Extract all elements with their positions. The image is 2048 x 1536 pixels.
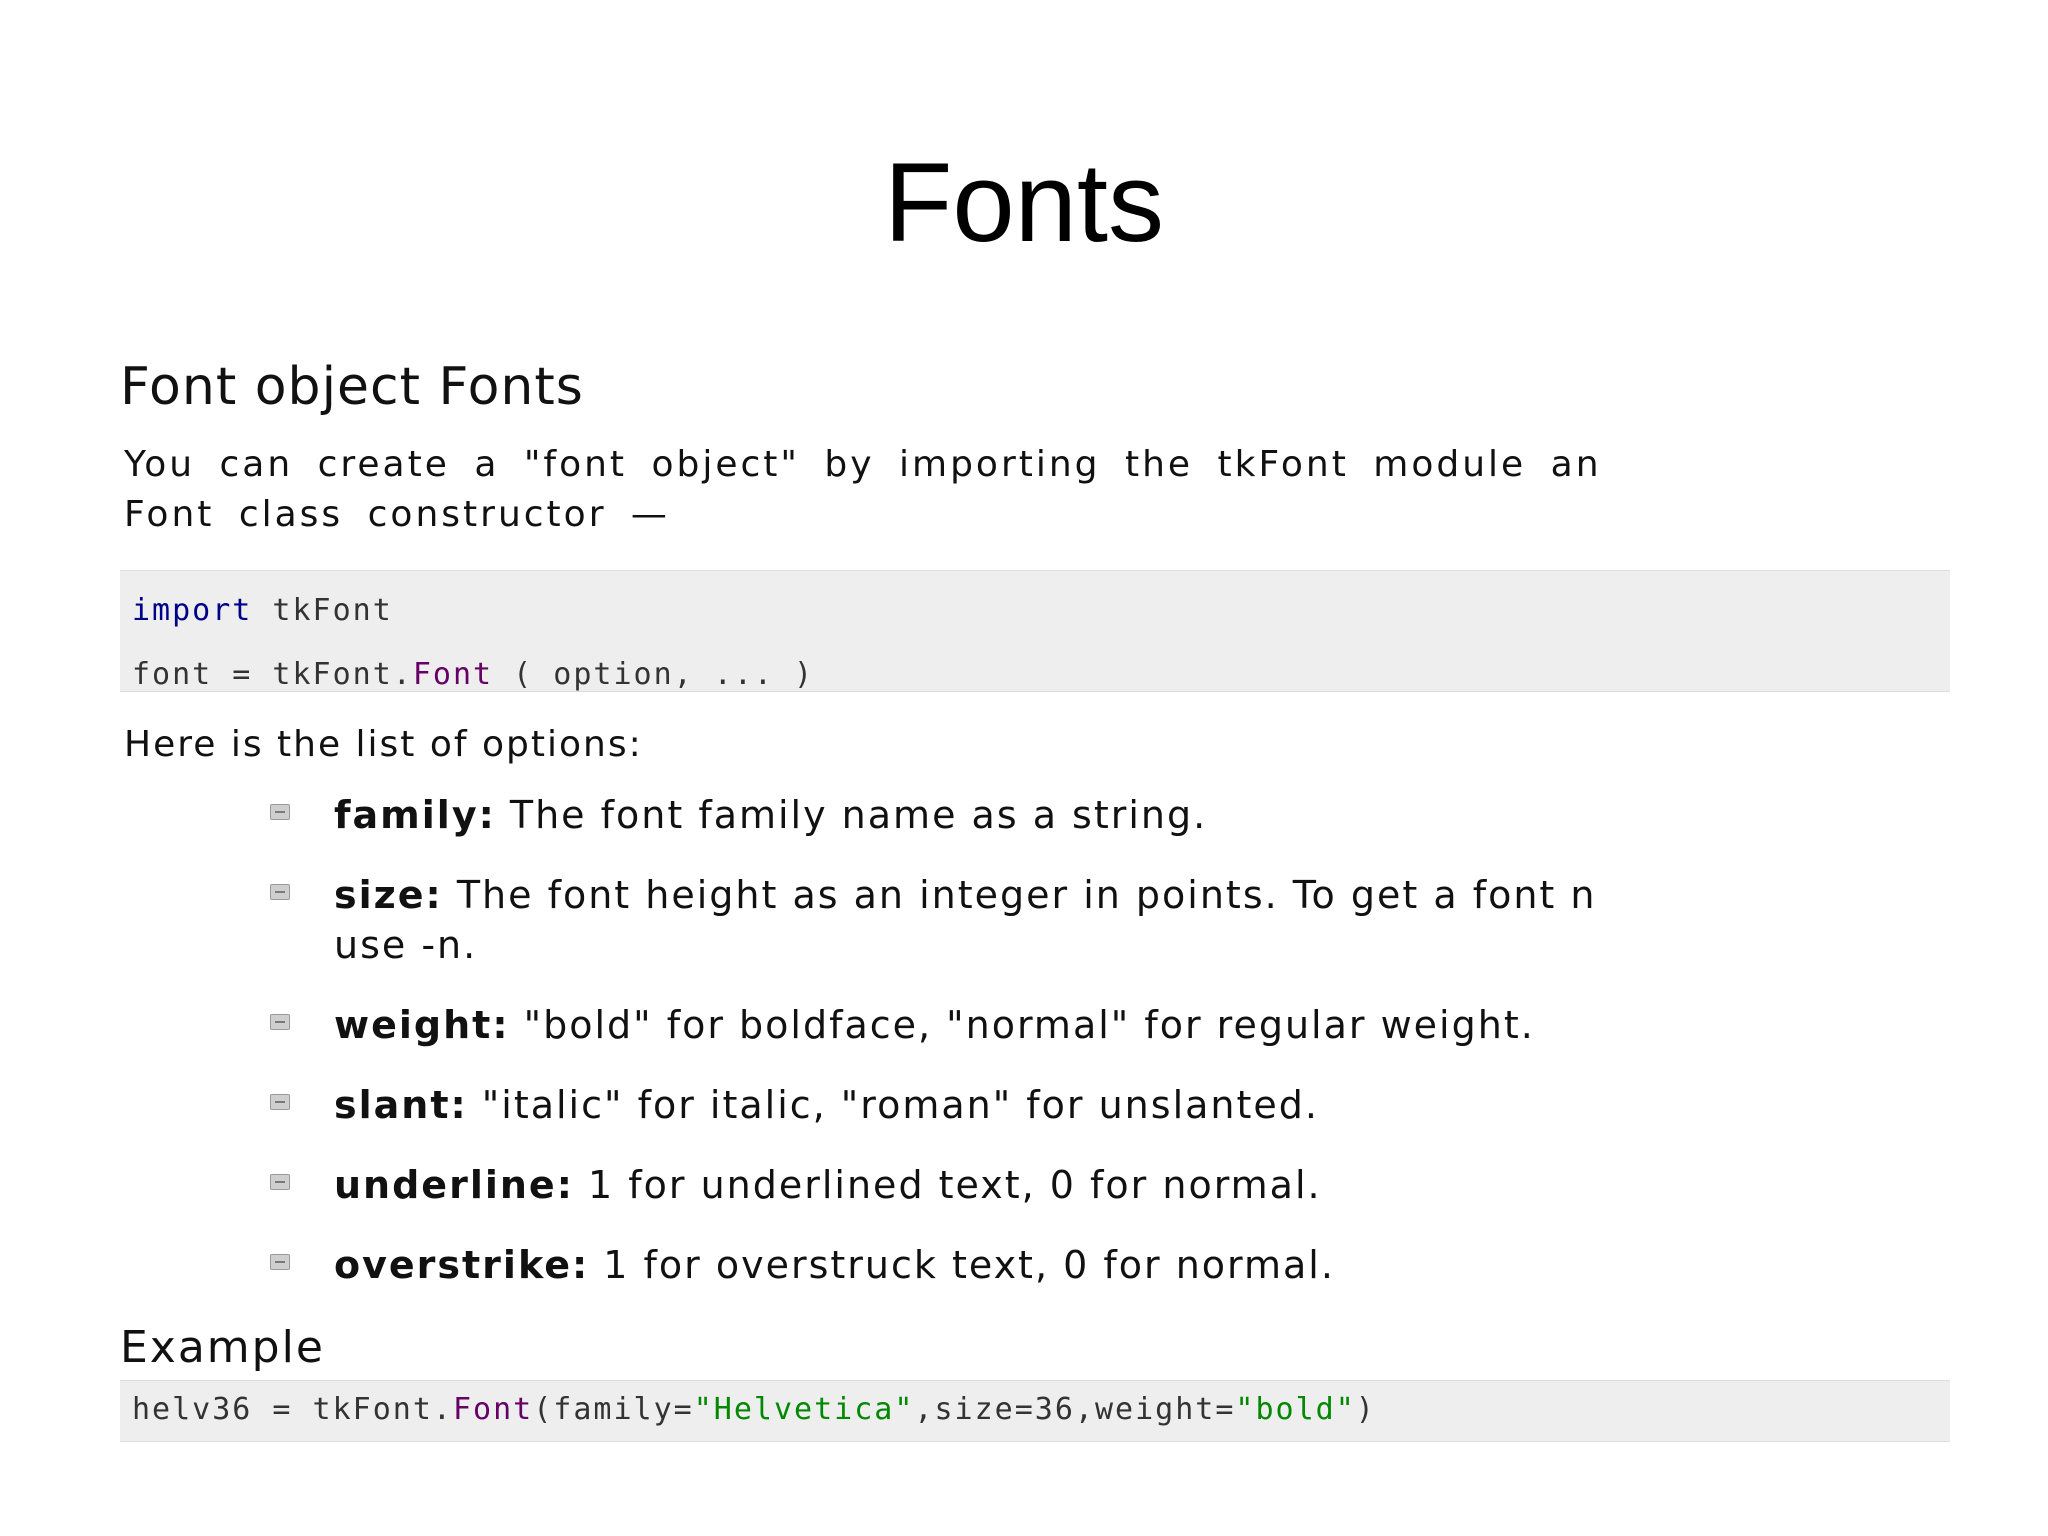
code-class-name: Font: [452, 1392, 534, 1427]
option-name: slant:: [334, 1083, 468, 1127]
intro-line-2: Font class constructor —: [124, 494, 670, 535]
list-item: size: The font height as an integer in p…: [120, 870, 1950, 970]
option-desc-continued: use -n.: [334, 923, 478, 967]
bullet-icon: [270, 1254, 290, 1270]
code-string: "Helvetica": [693, 1392, 915, 1427]
option-name: weight:: [334, 1003, 510, 1047]
options-list: family: The font family name as a string…: [120, 790, 1950, 1290]
option-desc: The font family name as a string.: [495, 793, 1208, 837]
code-text: helv36 = tkFont.: [132, 1392, 453, 1427]
option-name: overstrike:: [334, 1243, 590, 1287]
list-item: slant: "italic" for italic, "roman" for …: [120, 1080, 1950, 1130]
option-desc: 1 for underlined text, 0 for normal.: [573, 1163, 1322, 1207]
code-text: ): [1355, 1392, 1376, 1427]
code-class-name: Font: [412, 657, 494, 692]
code-text: ( option, ... ): [493, 657, 815, 692]
section-heading: Font object Fonts: [120, 357, 584, 417]
example-code-block: helv36 = tkFont.Font(family="Helvetica",…: [120, 1380, 1950, 1442]
code-line-font: font = tkFont.Font ( option, ... ): [132, 643, 1938, 707]
option-name: size:: [334, 873, 443, 917]
option-desc: The font height as an integer in points.…: [442, 873, 1597, 917]
option-name: underline:: [334, 1163, 574, 1207]
bullet-icon: [270, 884, 290, 900]
bullet-icon: [270, 1014, 290, 1030]
content-area: Font object Fonts You can create a "font…: [120, 352, 1950, 1442]
option-desc: 1 for overstruck text, 0 for normal.: [589, 1243, 1335, 1287]
intro-paragraph: You can create a "font object" by import…: [124, 440, 1950, 540]
options-intro: Here is the list of options:: [124, 724, 643, 765]
code-text: tkFont: [252, 593, 393, 628]
code-keyword: import: [132, 593, 253, 628]
code-text: font = tkFont.: [132, 657, 413, 692]
option-desc: "italic" for italic, "roman" for unslant…: [467, 1083, 1319, 1127]
list-item: underline: 1 for underlined text, 0 for …: [120, 1160, 1950, 1210]
option-name: family:: [334, 793, 496, 837]
list-item: weight: "bold" for boldface, "normal" fo…: [120, 1000, 1950, 1050]
code-text: ,size=36,weight=: [914, 1392, 1236, 1427]
example-heading: Example: [120, 1322, 325, 1373]
bullet-icon: [270, 804, 290, 820]
bullet-icon: [270, 1174, 290, 1190]
code-line-example: helv36 = tkFont.Font(family="Helvetica",…: [132, 1385, 1938, 1435]
option-desc: "bold" for boldface, "normal" for regula…: [509, 1003, 1535, 1047]
list-item: family: The font family name as a string…: [120, 790, 1950, 840]
intro-line-1: You can create a "font object" by import…: [124, 444, 1602, 485]
list-item: overstrike: 1 for overstruck text, 0 for…: [120, 1240, 1950, 1290]
code-block: import tkFont font = tkFont.Font ( optio…: [120, 570, 1950, 692]
code-line-import: import tkFont: [132, 579, 1938, 643]
code-text: (family=: [533, 1392, 694, 1427]
slide-title: Fonts: [883, 140, 1165, 265]
bullet-icon: [270, 1094, 290, 1110]
code-string: "bold": [1235, 1392, 1356, 1427]
